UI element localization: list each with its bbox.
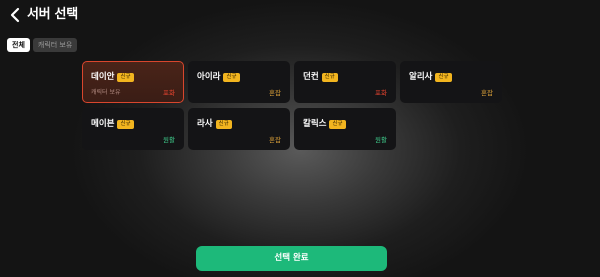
server-status: 원활 <box>163 136 175 144</box>
new-badge: 신규 <box>215 120 232 129</box>
server-status: 포화 <box>163 89 175 97</box>
server-status: 혼잡 <box>269 89 281 97</box>
server-status: 원활 <box>375 136 387 144</box>
server-name: 데이안 신규 <box>91 70 134 82</box>
chevron-left-icon <box>10 7 20 23</box>
new-badge: 신규 <box>117 120 134 129</box>
server-card-aira[interactable]: 아이라 신규 혼잡 <box>188 61 290 103</box>
back-button[interactable] <box>8 6 24 24</box>
server-name: 던컨 신규 <box>303 70 338 82</box>
server-card-kalix[interactable]: 칼릭스 신규 원활 <box>294 108 396 150</box>
server-card-alisa[interactable]: 알리사 신규 혼잡 <box>400 61 502 103</box>
server-card-dayan[interactable]: 데이안 신규 캐릭터 보유 포화 <box>82 61 184 103</box>
server-card-maven[interactable]: 메이븐 신규 원활 <box>82 108 184 150</box>
confirm-selection-button[interactable]: 선택 완료 <box>196 246 387 271</box>
server-name: 알리사 신규 <box>409 70 452 82</box>
server-grid: 데이안 신규 캐릭터 보유 포화 아이라 신규 혼잡 던컨 신규 포화 알리사 신규 혼… <box>82 61 502 153</box>
server-status: 혼잡 <box>481 89 493 97</box>
character-owned-label: 캐릭터 보유 <box>91 89 121 96</box>
filter-tab-owned-characters[interactable]: 캐릭터 보유 <box>32 38 78 52</box>
server-name: 메이븐 신규 <box>91 117 134 129</box>
server-status: 혼잡 <box>269 136 281 144</box>
filter-tab-all[interactable]: 전체 <box>7 38 30 52</box>
server-status: 포화 <box>375 89 387 97</box>
page-title: 서버 선택 <box>27 7 78 22</box>
server-card-duncan[interactable]: 던컨 신규 포화 <box>294 61 396 103</box>
server-name: 아이라 신규 <box>197 70 240 82</box>
server-name: 칼릭스 신규 <box>303 117 346 129</box>
top-bar: 서버 선택 <box>0 0 600 30</box>
server-name: 라사 신규 <box>197 117 232 129</box>
server-card-rasa[interactable]: 라사 신규 혼잡 <box>188 108 290 150</box>
new-badge: 신규 <box>435 73 452 82</box>
new-badge: 신규 <box>223 73 240 82</box>
new-badge: 신규 <box>117 73 134 82</box>
new-badge: 신규 <box>329 120 346 129</box>
filter-tabs: 전체 캐릭터 보유 <box>7 38 78 52</box>
new-badge: 신규 <box>321 73 338 82</box>
